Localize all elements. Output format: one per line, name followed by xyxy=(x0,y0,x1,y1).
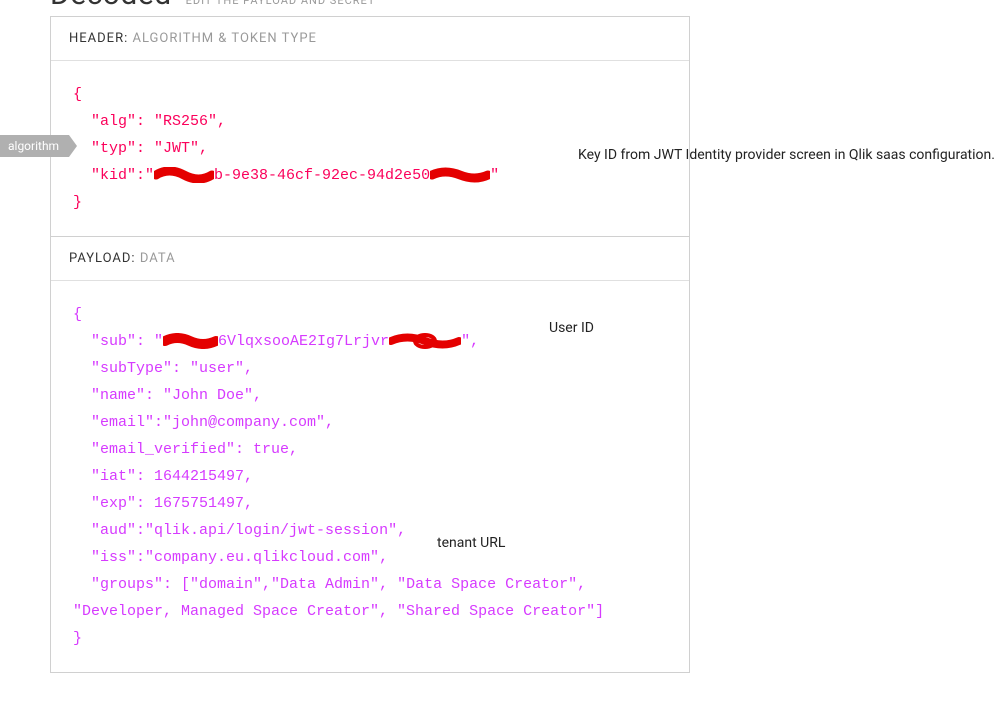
header-label: HEADER: xyxy=(69,31,128,46)
header-panel-title: HEADER: ALGORITHM & TOKEN TYPE xyxy=(51,17,689,61)
payload-panel: PAYLOAD: DATA { "sub": "6VlqxsooAE2Ig7Lr… xyxy=(50,237,690,673)
payload-label: PAYLOAD: xyxy=(69,251,136,266)
header-panel: HEADER: ALGORITHM & TOKEN TYPE { "alg": … xyxy=(50,16,690,237)
payload-json: { "sub": "6VlqxsooAE2Ig7Lrjvr", "subType… xyxy=(73,301,667,652)
header-json-body[interactable]: { "alg": "RS256", "typ": "JWT", "kid":"b… xyxy=(51,61,689,236)
payload-json-body[interactable]: { "sub": "6VlqxsooAE2Ig7Lrjvr", "subType… xyxy=(51,281,689,672)
redaction-marker xyxy=(389,332,461,350)
page-title-row: Decoded EDIT THE PAYLOAD AND SECRET xyxy=(0,0,999,10)
page-subtitle: EDIT THE PAYLOAD AND SECRET xyxy=(186,0,376,7)
redaction-marker xyxy=(430,167,490,183)
annotation-tenant-url: tenant URL xyxy=(437,531,505,556)
header-sublabel: ALGORITHM & TOKEN TYPE xyxy=(132,31,316,46)
redaction-marker xyxy=(163,333,218,349)
page-title: Decoded xyxy=(50,0,172,10)
annotation-kid: Key ID from JWT Identity provider screen… xyxy=(578,143,995,168)
redaction-marker xyxy=(154,167,214,183)
payload-sublabel: DATA xyxy=(140,251,176,266)
payload-panel-title: PAYLOAD: DATA xyxy=(51,237,689,281)
annotation-user-id: User ID xyxy=(549,316,594,341)
